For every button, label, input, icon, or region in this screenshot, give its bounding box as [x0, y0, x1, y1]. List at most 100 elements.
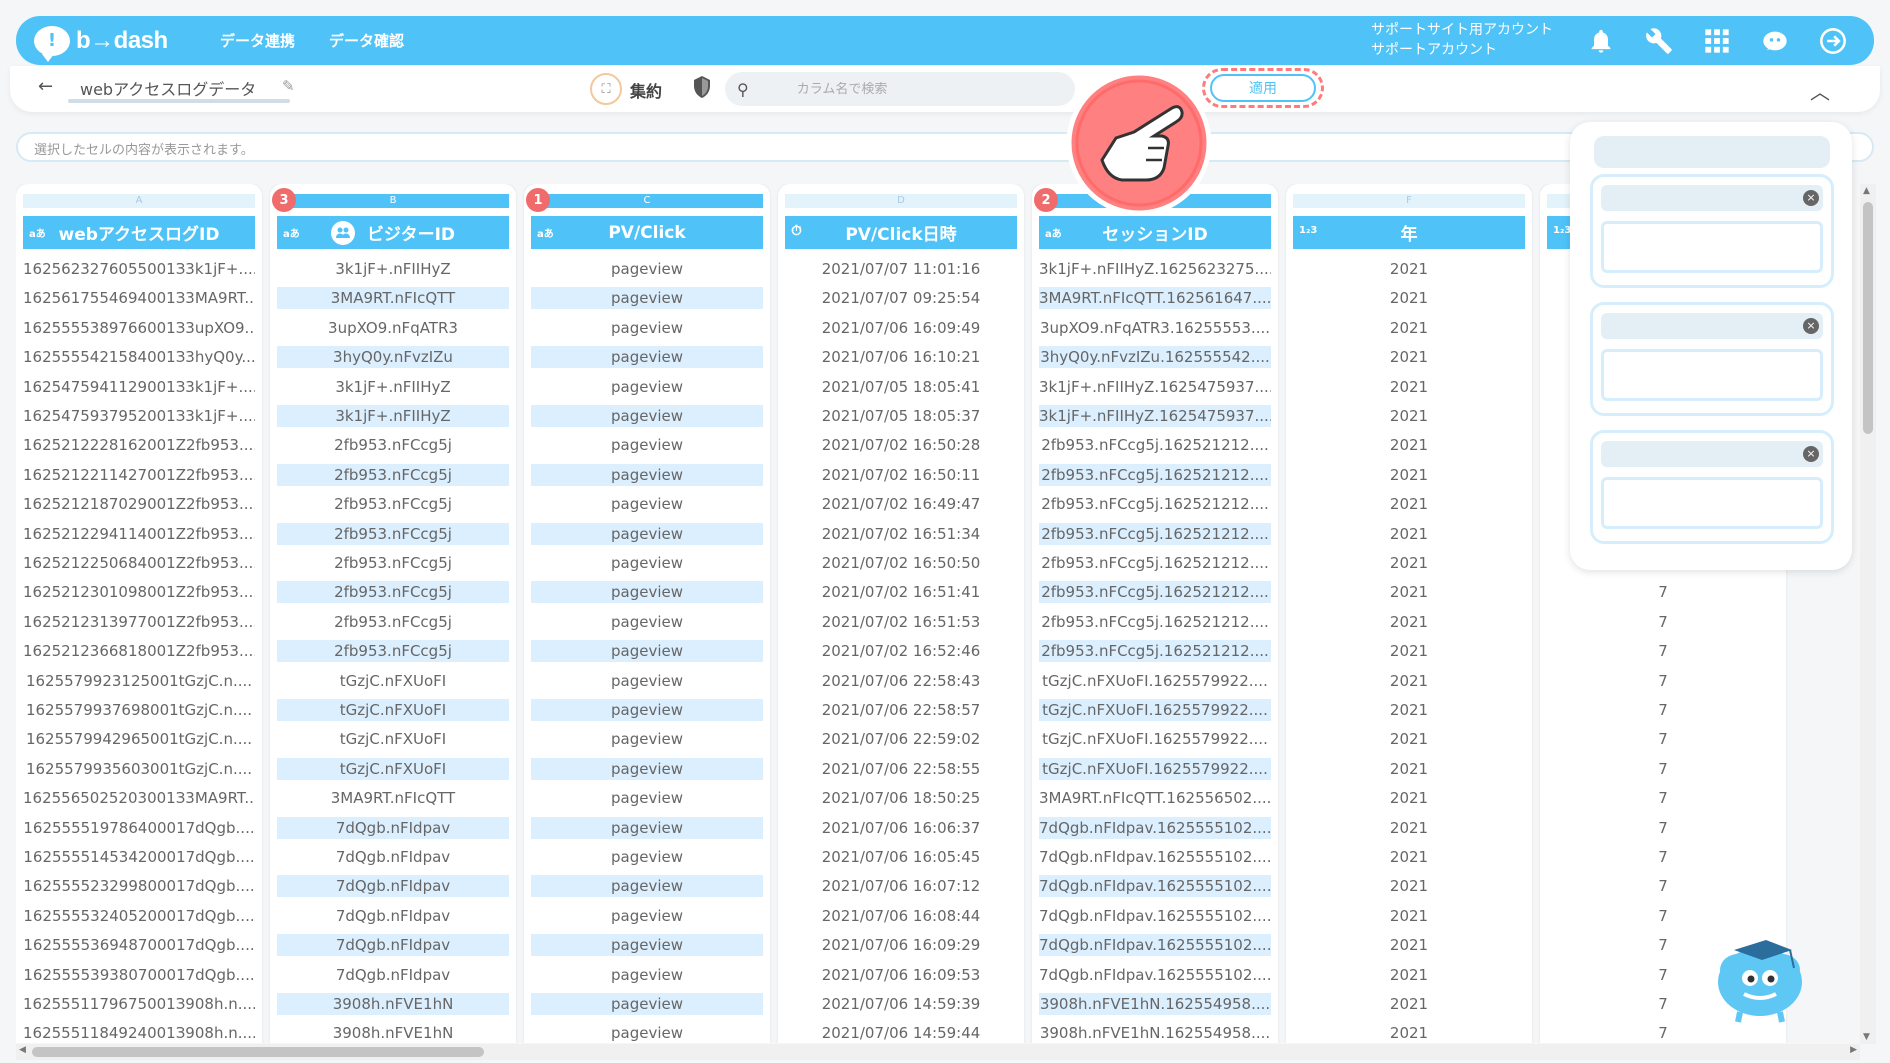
table-cell[interactable]: 2021	[1293, 493, 1525, 515]
table-cell[interactable]: 2021	[1293, 993, 1525, 1015]
table-cell[interactable]: 2fb953.nFCcg5j	[277, 463, 509, 486]
table-cell[interactable]: pageview	[531, 757, 763, 780]
table-cell[interactable]: 1625212250684001Z2fb953....	[23, 552, 255, 574]
table-cell[interactable]: pageview	[531, 728, 763, 750]
table-cell[interactable]: pageview	[531, 993, 763, 1015]
column-letter[interactable]: F	[1293, 194, 1525, 208]
table-cell[interactable]: pageview	[531, 346, 763, 369]
table-cell[interactable]: tGzjC.nFXUoFI	[277, 728, 509, 750]
table-cell[interactable]: 2021/07/06 16:10:21	[785, 346, 1017, 368]
table-cell[interactable]: 2fb953.nFCcg5j.162521212....	[1039, 552, 1271, 574]
table-cell[interactable]: 1625551179675001З908h.n....	[23, 993, 255, 1015]
aggregate-mode-icon[interactable]: ⛶	[590, 73, 622, 105]
remove-aggregation-icon[interactable]: ×	[1803, 318, 1819, 334]
grid-menu-icon[interactable]	[1700, 24, 1734, 58]
table-cell[interactable]: pageview	[531, 699, 763, 721]
pencil-icon[interactable]: ✎	[282, 77, 295, 95]
table-cell[interactable]: pageview	[531, 581, 763, 604]
table-cell[interactable]: 7dQgb.nFIdpav	[277, 964, 509, 986]
table-cell[interactable]: tGzjC.nFXUoFI.1625579922....	[1039, 757, 1271, 780]
table-cell[interactable]: 2021	[1293, 670, 1525, 692]
table-cell[interactable]: 2fb953.nFCcg5j	[277, 611, 509, 633]
table-cell[interactable]: 2fb953.nFCcg5j.162521212....	[1039, 611, 1271, 633]
table-cell[interactable]: 7dQgb.nFIdpav.1625555102....	[1039, 846, 1271, 868]
table-cell[interactable]: tGzjC.nFXUoFI	[277, 670, 509, 692]
table-cell[interactable]: 2021/07/02 16:49:47	[785, 493, 1017, 515]
table-cell[interactable]: 7	[1547, 728, 1779, 750]
column-letter[interactable]: A	[23, 194, 255, 208]
table-cell[interactable]: 2021/07/02 16:50:50	[785, 552, 1017, 574]
table-cell[interactable]: 162555539380700017dQgb....	[23, 964, 255, 986]
table-cell[interactable]: 1625212301098001Z2fb953....	[23, 581, 255, 603]
table-cell[interactable]: 2021	[1293, 317, 1525, 339]
table-cell[interactable]: 1625623276055001З3k1jF+....	[23, 258, 255, 280]
table-cell[interactable]: 2021	[1293, 287, 1525, 309]
table-cell[interactable]: pageview	[531, 405, 763, 427]
table-cell[interactable]: 2021/07/02 16:50:11	[785, 464, 1017, 486]
column-letter[interactable]: D	[785, 194, 1017, 208]
table-cell[interactable]: 2021/07/06 22:59:02	[785, 728, 1017, 750]
table-cell[interactable]: 2021/07/05 18:05:37	[785, 405, 1017, 427]
table-cell[interactable]: 3MA9RT.nFIcQTT.162556502....	[1039, 787, 1271, 809]
table-cell[interactable]: 7dQgb.nFIdpav.1625555102....	[1039, 816, 1271, 839]
scroll-left-icon[interactable]: ◀	[19, 1045, 26, 1055]
table-cell[interactable]: pageview	[531, 552, 763, 574]
table-cell[interactable]: 2021/07/06 16:09:49	[785, 317, 1017, 339]
column-header[interactable]: ⏱ PV/Click日時	[785, 216, 1017, 249]
table-cell[interactable]: 2021	[1293, 376, 1525, 398]
table-cell[interactable]: 7dQgb.nFIdpav.1625555102....	[1039, 875, 1271, 898]
table-cell[interactable]: pageview	[531, 258, 763, 280]
table-cell[interactable]: 1625555421584001З3hyQ0y....	[23, 346, 255, 368]
table-cell[interactable]: 2021/07/02 16:52:46	[785, 640, 1017, 662]
table-cell[interactable]: 1625617554694001З3MA9RT....	[23, 287, 255, 309]
table-cell[interactable]: 2021/07/06 22:58:57	[785, 699, 1017, 721]
table-cell[interactable]: 3k1jF+.nFIIHyZ.1625623275....	[1039, 258, 1271, 280]
table-cell[interactable]: 3MA9RT.nFIcQTT	[277, 787, 509, 809]
table-cell[interactable]: 2021/07/02 16:51:53	[785, 611, 1017, 633]
table-cell[interactable]: tGzjC.nFXUoFI	[277, 757, 509, 780]
table-cell[interactable]: 2021	[1293, 611, 1525, 633]
table-cell[interactable]: 2021	[1293, 523, 1525, 545]
support-chat-icon[interactable]	[1758, 24, 1792, 58]
table-cell[interactable]: 1625212211427001Z2fb953....	[23, 464, 255, 486]
column-letter[interactable]: C	[531, 194, 763, 208]
table-cell[interactable]: pageview	[531, 287, 763, 310]
table-cell[interactable]: 7	[1547, 581, 1779, 603]
column-header[interactable]: aあ webアクセスログID	[23, 216, 255, 249]
table-cell[interactable]: 2fb953.nFCcg5j.162521212....	[1039, 463, 1271, 486]
table-cell[interactable]: 3k1jF+.nFIIHyZ.1625475937....	[1039, 376, 1271, 398]
table-cell[interactable]: pageview	[531, 905, 763, 927]
table-cell[interactable]: 1625555389766001З3upXO9....	[23, 317, 255, 339]
table-cell[interactable]: 3upXO9.nFqATR3.16255553....	[1039, 317, 1271, 339]
scroll-down-icon[interactable]: ▼	[1863, 1032, 1870, 1042]
table-cell[interactable]: 3908h.nFVE1hN	[277, 1022, 509, 1043]
table-cell[interactable]: 7dQgb.nFIdpav.1625555102....	[1039, 905, 1271, 927]
table-cell[interactable]: 2021/07/06 14:59:39	[785, 993, 1017, 1015]
table-cell[interactable]: 3hyQ0y.nFvzIZu.162555542....	[1039, 346, 1271, 369]
apply-button[interactable]: 適用	[1210, 74, 1316, 102]
table-cell[interactable]: 2021	[1293, 846, 1525, 868]
table-cell[interactable]: 2021	[1293, 1022, 1525, 1043]
table-cell[interactable]: 1625579942965001tGzjC.n....	[23, 728, 255, 750]
table-cell[interactable]: pageview	[531, 434, 763, 456]
table-cell[interactable]: pageview	[531, 611, 763, 633]
table-cell[interactable]: 7dQgb.nFIdpav.1625555102....	[1039, 964, 1271, 986]
table-cell[interactable]: pageview	[531, 463, 763, 486]
table-cell[interactable]: 2fb953.nFCcg5j	[277, 434, 509, 456]
table-cell[interactable]: 2fb953.nFCcg5j	[277, 552, 509, 574]
table-cell[interactable]: 3hyQ0y.nFvzIZu	[277, 346, 509, 369]
table-cell[interactable]: 3MA9RT.nFIcQTT	[277, 287, 509, 310]
column-search-input[interactable]	[796, 81, 1057, 97]
table-cell[interactable]: 162555514534200017dQgb....	[23, 846, 255, 868]
table-cell[interactable]: 2021/07/06 22:58:43	[785, 670, 1017, 692]
table-cell[interactable]: 1625475937952001З3k1jF+....	[23, 405, 255, 427]
mascot-character-icon[interactable]	[1710, 920, 1810, 1029]
table-cell[interactable]: 3k1jF+.nFIIHyZ.1625475937....	[1039, 405, 1271, 427]
table-cell[interactable]: 2021/07/02 16:51:34	[785, 523, 1017, 545]
table-cell[interactable]: 3MA9RT.nFIcQTT.162561647....	[1039, 287, 1271, 310]
table-cell[interactable]: 3908h.nFVE1hN.162554958....	[1039, 1022, 1271, 1043]
table-cell[interactable]: pageview	[531, 522, 763, 545]
table-cell[interactable]: 2021	[1293, 434, 1525, 456]
table-cell[interactable]: 3908h.nFVE1hN.162554958....	[1039, 993, 1271, 1015]
table-cell[interactable]: 2021/07/06 22:58:55	[785, 758, 1017, 780]
